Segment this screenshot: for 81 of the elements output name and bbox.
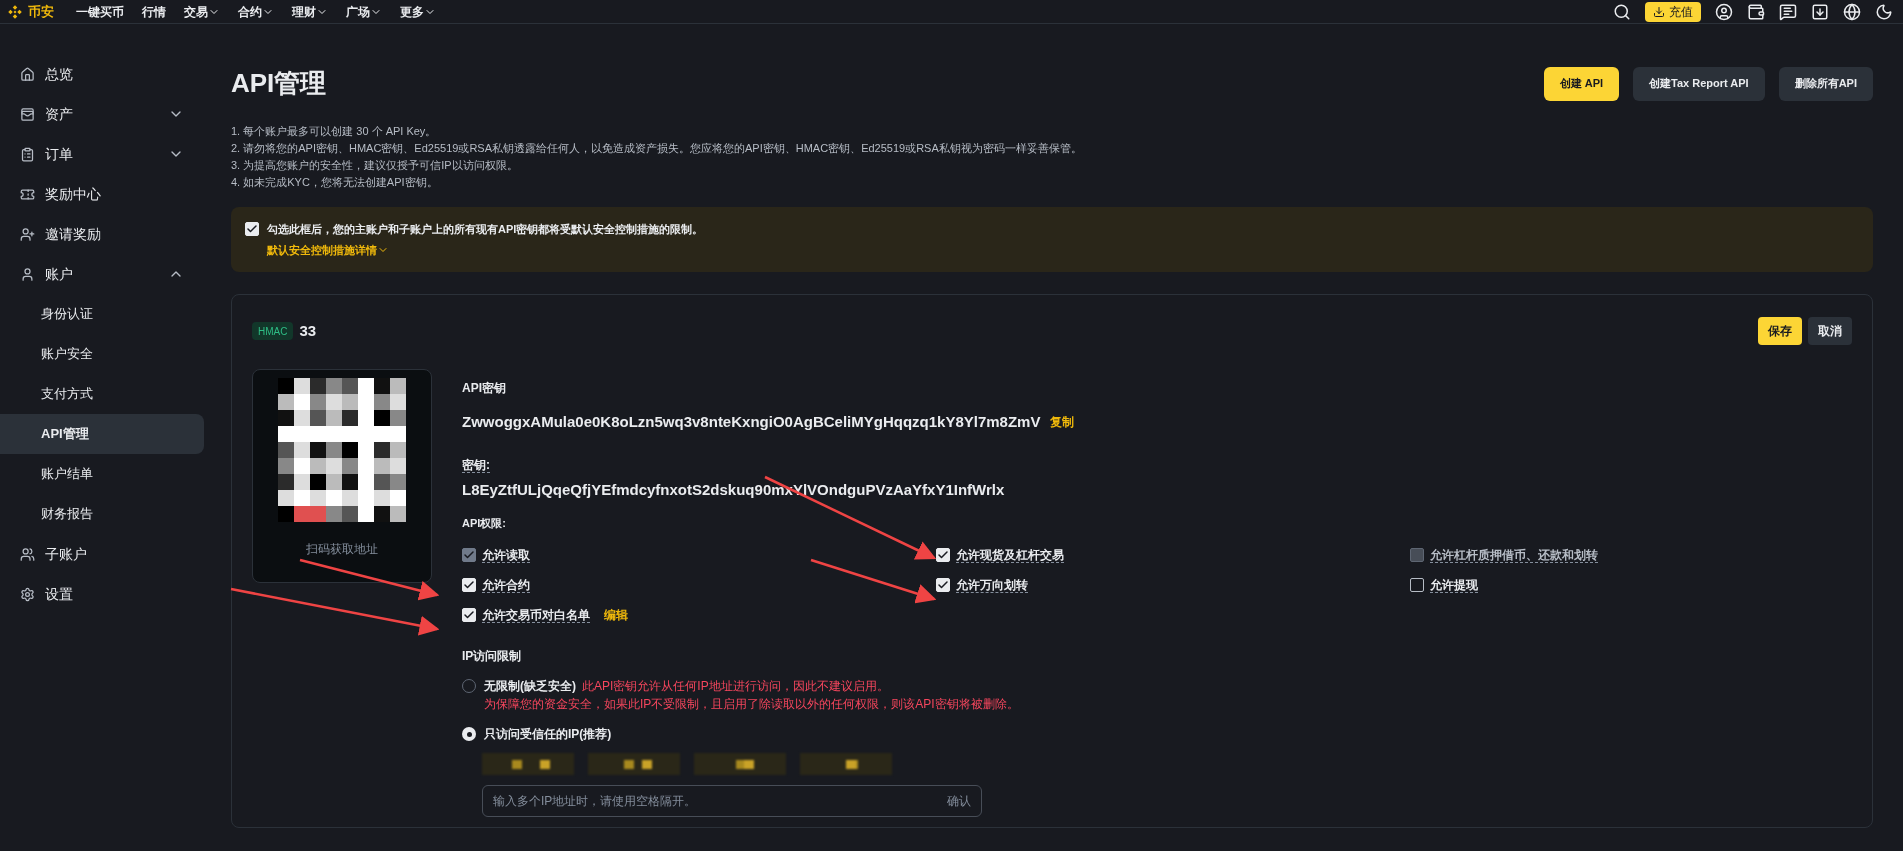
nav-link[interactable]: 更多 <box>400 2 436 21</box>
confirm-button[interactable]: 确认 <box>947 792 971 810</box>
sidebar-item[interactable]: 设置 <box>0 574 204 614</box>
settings-icon <box>20 586 35 602</box>
sidebar-subitem[interactable]: 账户结单 <box>0 454 204 494</box>
wallet-icon[interactable] <box>1747 2 1765 21</box>
radio-button[interactable] <box>462 727 476 741</box>
note-text: 3. 为提高您账户的安全性，建议仅授予可信IP以访问权限。 <box>231 158 519 173</box>
permission-label: 允许现货及杠杆交易 <box>956 547 1064 563</box>
permission-label: 允许交易币对白名单 <box>482 607 590 623</box>
sidebar-item[interactable]: 资产 <box>0 94 204 134</box>
check-icon <box>463 609 475 621</box>
details-link[interactable]: 默认安全控制措施详情 <box>267 241 389 258</box>
users-icon <box>20 546 35 562</box>
brand-name[interactable]: 币安 <box>28 1 54 22</box>
sidebar-item[interactable]: 总览 <box>0 54 204 94</box>
radio-label: 无限制(缺乏安全) <box>484 678 576 695</box>
sidebar-subitem[interactable]: 财务报告 <box>0 494 204 534</box>
secret-label: 密钥: <box>462 457 490 473</box>
permission-label: 允许读取 <box>482 547 530 563</box>
permissions-label: API权限: <box>462 516 507 531</box>
permission-label: 允许杠杆质押借币、还款和划转 <box>1430 547 1598 563</box>
sidebar-subitem[interactable]: API管理 <box>0 414 204 454</box>
copy-link[interactable]: 复制 <box>1050 413 1075 432</box>
page-title: API管理 <box>231 67 327 100</box>
sidebar-subitem[interactable]: 账户安全 <box>0 334 204 374</box>
check-icon <box>937 579 949 591</box>
download-icon[interactable] <box>1811 2 1829 21</box>
permission-label: 允许万向划转 <box>956 577 1028 593</box>
nav-link[interactable]: 广场 <box>346 2 382 21</box>
sidebar-item[interactable]: 订单 <box>0 134 204 174</box>
sidebar-item[interactable]: 账户 <box>0 254 204 294</box>
sidebar-subitem[interactable]: 身份认证 <box>0 294 204 334</box>
ticket-icon <box>20 186 35 202</box>
search-icon[interactable] <box>1613 2 1631 21</box>
checkbox[interactable] <box>1410 578 1424 592</box>
nav-link[interactable]: 一键买币 <box>76 2 124 21</box>
note-text: 1. 每个账户最多可以创建 30 个 API Key。 <box>231 124 438 139</box>
wallet-icon <box>20 106 35 122</box>
warning-text: 此API密钥允许从任何IP地址进行访问，因此不建议启用。 <box>582 678 889 695</box>
check-icon <box>937 549 949 561</box>
action-button[interactable]: 创建 API <box>1543 66 1620 101</box>
check-icon <box>463 549 475 561</box>
user-plus-icon <box>20 226 35 242</box>
cancel-button[interactable]: 取消 <box>1808 317 1852 345</box>
api-name: 33 <box>299 320 317 341</box>
notice-text: 勾选此框后，您的主账户和子账户上的所有现有API密钥都将受默认安全控制措施的限制。 <box>267 222 704 237</box>
note-text: 2. 请勿将您的API密钥、HMAC密钥、Ed25519或RSA私钥透露给任何人，以免造成资产损失。您应将您的API密钥、HMAC密钥、Ed25519或RSA私钥视为密码一样妥善保管。 <box>231 141 1083 156</box>
nav-link[interactable]: 交易 <box>184 2 220 21</box>
radio-label: 只访问受信任的IP(推荐) <box>484 726 612 743</box>
user-icon[interactable] <box>1715 2 1733 21</box>
user-icon <box>20 266 35 282</box>
download-icon <box>1653 5 1665 18</box>
note-text: 4. 如未完成KYC，您将无法创建API密钥。 <box>231 175 439 190</box>
nav-link[interactable]: 行情 <box>142 2 166 21</box>
permission-label: 允许提现 <box>1430 577 1478 593</box>
edit-link[interactable]: 编辑 <box>604 606 628 624</box>
ip-restriction-label: IP访问限制 <box>462 648 523 665</box>
check-icon <box>463 579 475 591</box>
moon-icon[interactable] <box>1875 2 1893 21</box>
qr-caption: 扫码获取地址 <box>306 541 378 558</box>
ip-input-field[interactable]: 输入多个IP地址时，请使用空格隔开。 确认 <box>482 785 982 817</box>
action-button[interactable]: 创建Tax Report API <box>1633 66 1765 101</box>
deposit-button[interactable]: 充值 <box>1645 1 1701 22</box>
warning-text: 为保障您的资金安全，如果此IP不受限制，且启用了除读取以外的任何权限，则该API密钥将被删除。 <box>484 696 1019 713</box>
clipboard-icon <box>20 146 35 162</box>
sidebar-item[interactable]: 奖励中心 <box>0 174 204 214</box>
permission-label: 允许合约 <box>482 577 530 593</box>
api-key-value: ZwwoggxAMula0e0K8oLzn5wq3v8nteKxngiO0AgBCeliMYgHqqzq1kY8Yl7m8ZmV <box>462 412 1041 432</box>
save-button[interactable]: 保存 <box>1758 317 1802 345</box>
api-key-label: API密钥 <box>462 380 507 397</box>
message-icon[interactable] <box>1779 2 1797 21</box>
sidebar-subitem[interactable]: 支付方式 <box>0 374 204 414</box>
globe-icon[interactable] <box>1843 2 1861 21</box>
hmac-badge: HMAC <box>252 322 294 340</box>
sidebar-item[interactable]: 邀请奖励 <box>0 214 204 254</box>
sidebar-item[interactable]: 子账户 <box>0 534 204 574</box>
nav-link[interactable]: 理财 <box>292 2 328 21</box>
nav-link[interactable]: 合约 <box>238 2 274 21</box>
action-button[interactable]: 删除所有API <box>1778 66 1873 101</box>
home-icon <box>20 66 35 82</box>
